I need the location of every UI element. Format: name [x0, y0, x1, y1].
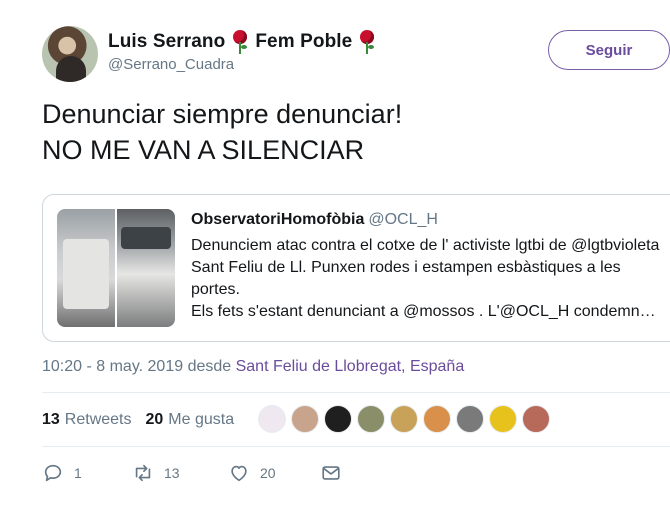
liker-avatar[interactable]	[258, 405, 286, 433]
engagement-stats: 13 Retweets 20 Me gusta	[42, 408, 248, 432]
liker-avatar[interactable]	[423, 405, 451, 433]
like-button[interactable]: 20	[228, 462, 320, 484]
liker-avatar[interactable]	[390, 405, 418, 433]
heart-icon	[231, 465, 247, 482]
author-party[interactable]: Fem Poble	[255, 31, 352, 53]
car-photo	[117, 209, 175, 327]
tweet-line: Denunciar siempre denunciar!	[42, 99, 403, 129]
tweet-location-link[interactable]: Sant Feliu de Llobregat, España	[236, 358, 465, 375]
quoted-header: ObservatoriHomofòbia @OCL_H	[191, 211, 438, 229]
tweet-timestamp[interactable]: 10:20 - 8 may. 2019 desde	[42, 358, 236, 375]
rose-icon	[231, 30, 249, 54]
quoted-line: Denunciem atac contra el cotxe de l' act…	[191, 237, 660, 254]
tweet-actions: 1 13 20	[42, 460, 342, 486]
retweets-label: Retweets	[64, 411, 132, 428]
liker-avatar[interactable]	[324, 405, 352, 433]
quoted-text: Denunciem atac contra el cotxe de l' act…	[191, 235, 670, 323]
quoted-line: Els fets s'estant denunciant a @mossos .…	[191, 303, 656, 320]
liker-avatar[interactable]	[357, 405, 385, 433]
avatar[interactable]	[42, 26, 98, 82]
reply-count: 1	[74, 465, 82, 481]
likes-count: 20	[145, 411, 164, 428]
retweet-button[interactable]: 13	[132, 462, 228, 484]
quoted-author-handle: @OCL_H	[368, 211, 438, 228]
tweet-header: Luis Serrano Fem Poble @Serrano_Cuadra S…	[42, 24, 670, 84]
likes-stat[interactable]: 20 Me gusta	[146, 411, 235, 429]
rose-icon	[358, 30, 376, 54]
author-name-row[interactable]: Luis Serrano Fem Poble	[108, 30, 382, 54]
follow-button[interactable]: Seguir	[548, 30, 670, 70]
envelope-icon	[322, 466, 340, 480]
direct-message-button[interactable]	[320, 462, 342, 484]
liker-avatar[interactable]	[456, 405, 484, 433]
tweet-meta: 10:20 - 8 may. 2019 desde Sant Feliu de …	[42, 358, 464, 376]
liker-avatar[interactable]	[489, 405, 517, 433]
divider	[42, 392, 670, 393]
retweets-count: 13	[42, 411, 60, 428]
likes-label: Me gusta	[168, 411, 235, 428]
quoted-media[interactable]	[57, 209, 175, 327]
quoted-line: Sant Feliu de Ll. Punxen rodes i estampe…	[191, 259, 621, 276]
like-count: 20	[260, 465, 276, 481]
tweet-text: Denunciar siempre denunciar! NO ME VAN A…	[42, 96, 642, 168]
liker-avatar[interactable]	[291, 405, 319, 433]
quoted-line: portes.	[191, 281, 240, 298]
quoted-tweet[interactable]: ObservatoriHomofòbia @OCL_H Denunciem ata…	[42, 194, 670, 342]
tweet-line: NO ME VAN A SILENCIAR	[42, 135, 365, 165]
liker-avatar[interactable]	[522, 405, 550, 433]
retweet-count: 13	[164, 465, 180, 481]
car-photo	[57, 209, 115, 327]
liker-avatars	[258, 405, 555, 433]
retweet-icon	[135, 464, 151, 482]
quoted-author-name: ObservatoriHomofòbia	[191, 211, 365, 228]
retweets-stat[interactable]: 13 Retweets	[42, 411, 132, 429]
reply-icon	[44, 464, 62, 482]
author-name[interactable]: Luis Serrano	[108, 31, 225, 53]
reply-button[interactable]: 1	[42, 462, 132, 484]
author-handle[interactable]: @Serrano_Cuadra	[108, 56, 234, 73]
divider	[42, 446, 670, 447]
